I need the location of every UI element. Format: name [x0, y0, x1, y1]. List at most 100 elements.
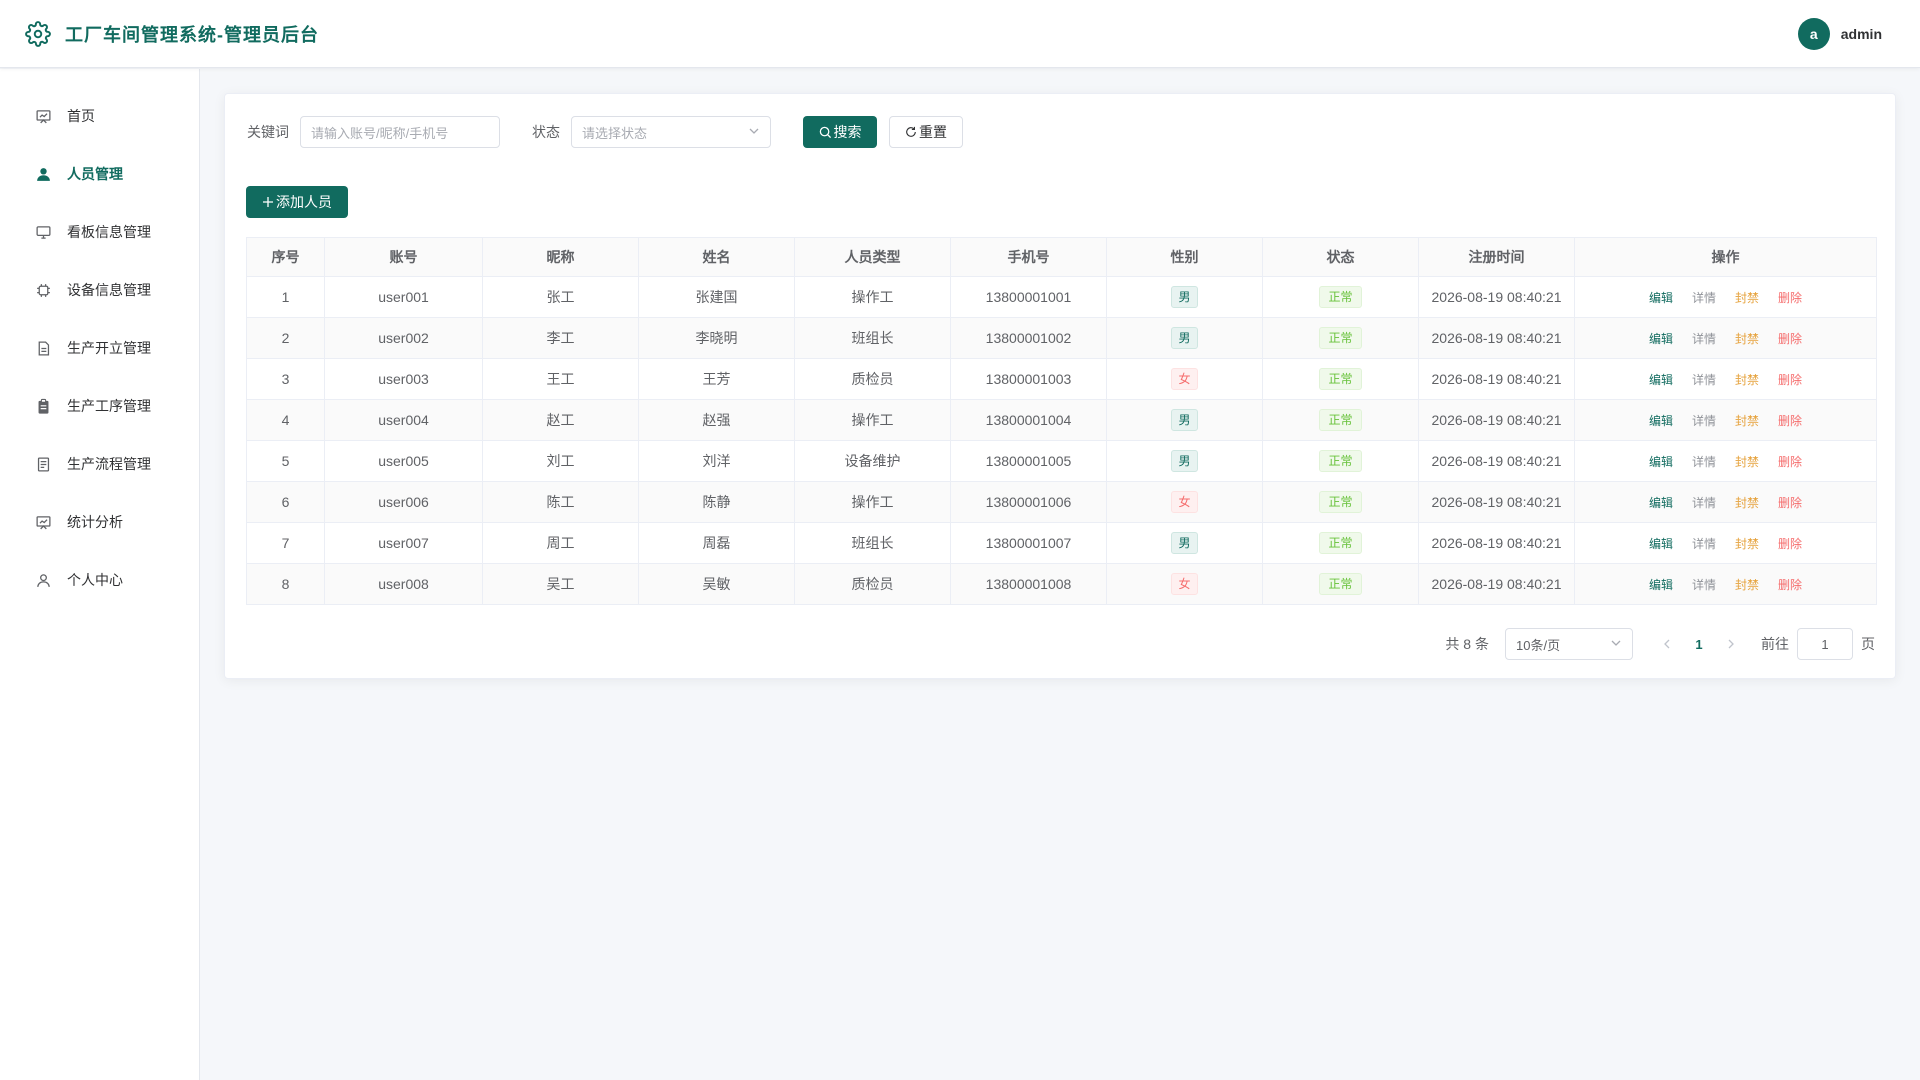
sidebar-item-personnel[interactable]: 人员管理 — [0, 145, 199, 203]
delete-button[interactable]: 删除 — [1778, 289, 1802, 306]
page-size-select[interactable]: 10条/页 — [1505, 628, 1633, 660]
cell-type: 操作工 — [794, 399, 951, 441]
cell-actions: 编辑 详情 封禁 删除 — [1574, 276, 1877, 318]
table-row: 7 user007 周工 周磊 班组长 13800001007 男 正常 2026-08-19 … — [246, 522, 1877, 564]
cell-type: 班组长 — [794, 522, 951, 564]
status-select[interactable]: 请选择状态 — [571, 116, 771, 148]
column-header: 姓名 — [638, 237, 795, 277]
column-header: 手机号 — [950, 237, 1107, 277]
cell-registered: 2026-08-19 08:40:21 — [1418, 522, 1575, 564]
table-row: 8 user008 吴工 吴敏 质检员 13800001008 女 正常 2026-08-19 … — [246, 563, 1877, 605]
gender-tag: 男 — [1171, 409, 1198, 431]
edit-button[interactable]: 编辑 — [1649, 289, 1673, 306]
edit-button[interactable]: 编辑 — [1649, 576, 1673, 593]
goto-page-input[interactable]: 1 — [1797, 628, 1853, 660]
delete-button[interactable]: 删除 — [1778, 412, 1802, 429]
next-page-button[interactable] — [1715, 628, 1747, 660]
delete-button[interactable]: 删除 — [1778, 576, 1802, 593]
edit-button[interactable]: 编辑 — [1649, 330, 1673, 347]
cell-index: 2 — [246, 317, 325, 359]
cell-actions: 编辑 详情 封禁 删除 — [1574, 481, 1877, 523]
cell-actions: 编辑 详情 封禁 删除 — [1574, 440, 1877, 482]
app-header: 工厂车间管理系统-管理员后台 a admin — [0, 0, 1920, 68]
list-document-icon — [34, 455, 52, 473]
edit-button[interactable]: 编辑 — [1649, 412, 1673, 429]
ban-button[interactable]: 封禁 — [1735, 576, 1759, 593]
ban-button[interactable]: 封禁 — [1735, 371, 1759, 388]
cell-registered: 2026-08-19 08:40:21 — [1418, 358, 1575, 400]
cell-gender: 男 — [1106, 522, 1263, 564]
prev-page-button[interactable] — [1651, 628, 1683, 660]
status-label: 状态 — [532, 124, 560, 140]
ban-button[interactable]: 封禁 — [1735, 453, 1759, 470]
keyword-input[interactable]: 请输入账号/昵称/手机号 — [300, 116, 500, 148]
user-menu[interactable]: a admin — [1797, 18, 1882, 50]
cell-nickname: 吴工 — [482, 563, 639, 605]
delete-button[interactable]: 删除 — [1778, 494, 1802, 511]
cell-nickname: 张工 — [482, 276, 639, 318]
cell-phone: 13800001001 — [950, 276, 1107, 318]
table-row: 6 user006 陈工 陈静 操作工 13800001006 女 正常 2026-08-19 … — [246, 481, 1877, 523]
edit-button[interactable]: 编辑 — [1649, 494, 1673, 511]
ban-button[interactable]: 封禁 — [1735, 494, 1759, 511]
sidebar-item-equipment[interactable]: 设备信息管理 — [0, 261, 199, 319]
reset-button[interactable]: 重置 — [889, 116, 963, 148]
table-header-row: 序号 账号 昵称 姓名 人员类型 手机号 性别 状态 注册时间 操作 — [246, 237, 1877, 277]
detail-button[interactable]: 详情 — [1692, 535, 1716, 552]
cell-actions: 编辑 详情 封禁 删除 — [1574, 399, 1877, 441]
sidebar-item-label: 首页 — [67, 108, 95, 124]
sidebar-item-label: 生产工序管理 — [67, 398, 151, 414]
add-personnel-button[interactable]: 添加人员 — [246, 186, 348, 218]
sidebar-item-profile[interactable]: 个人中心 — [0, 551, 199, 609]
cell-account: user007 — [324, 522, 483, 564]
sidebar-item-workflow[interactable]: 生产流程管理 — [0, 435, 199, 493]
detail-button[interactable]: 详情 — [1692, 289, 1716, 306]
edit-button[interactable]: 编辑 — [1649, 453, 1673, 470]
sidebar-item-statistics[interactable]: 统计分析 — [0, 493, 199, 551]
status-badge: 正常 — [1319, 368, 1362, 390]
search-button[interactable]: 搜索 — [803, 116, 877, 148]
column-header: 昵称 — [482, 237, 639, 277]
detail-button[interactable]: 详情 — [1692, 412, 1716, 429]
ban-button[interactable]: 封禁 — [1735, 330, 1759, 347]
detail-button[interactable]: 详情 — [1692, 330, 1716, 347]
sidebar-item-board[interactable]: 看板信息管理 — [0, 203, 199, 261]
sidebar-item-home[interactable]: 首页 — [0, 87, 199, 145]
cell-type: 质检员 — [794, 563, 951, 605]
sidebar-item-production-order[interactable]: 生产开立管理 — [0, 319, 199, 377]
cell-status: 正常 — [1262, 317, 1419, 359]
detail-button[interactable]: 详情 — [1692, 494, 1716, 511]
cpu-icon — [34, 281, 52, 299]
page-number[interactable]: 1 — [1683, 628, 1715, 660]
sidebar-item-process[interactable]: 生产工序管理 — [0, 377, 199, 435]
document-icon — [34, 339, 52, 357]
delete-button[interactable]: 删除 — [1778, 453, 1802, 470]
delete-button[interactable]: 删除 — [1778, 371, 1802, 388]
pagination: 共 8 条 10条/页 1 前往 1 页 — [1445, 628, 1875, 660]
edit-button[interactable]: 编辑 — [1649, 371, 1673, 388]
cell-status: 正常 — [1262, 440, 1419, 482]
avatar[interactable]: a — [1797, 18, 1830, 50]
delete-button[interactable]: 删除 — [1778, 330, 1802, 347]
cell-nickname: 刘工 — [482, 440, 639, 482]
ban-button[interactable]: 封禁 — [1735, 289, 1759, 306]
ban-button[interactable]: 封禁 — [1735, 535, 1759, 552]
cell-status: 正常 — [1262, 481, 1419, 523]
person-icon — [34, 571, 52, 589]
detail-button[interactable]: 详情 — [1692, 371, 1716, 388]
detail-button[interactable]: 详情 — [1692, 453, 1716, 470]
app-title: 工厂车间管理系统-管理员后台 — [65, 24, 319, 45]
cell-actions: 编辑 详情 封禁 删除 — [1574, 317, 1877, 359]
detail-button[interactable]: 详情 — [1692, 576, 1716, 593]
edit-button[interactable]: 编辑 — [1649, 535, 1673, 552]
status-badge: 正常 — [1319, 286, 1362, 308]
cell-actions: 编辑 详情 封禁 删除 — [1574, 522, 1877, 564]
delete-button[interactable]: 删除 — [1778, 535, 1802, 552]
cell-gender: 女 — [1106, 358, 1263, 400]
username[interactable]: admin — [1841, 26, 1882, 42]
ban-button[interactable]: 封禁 — [1735, 412, 1759, 429]
cell-phone: 13800001007 — [950, 522, 1107, 564]
cell-account: user003 — [324, 358, 483, 400]
status-badge: 正常 — [1319, 327, 1362, 349]
sidebar-item-label: 人员管理 — [67, 166, 123, 182]
